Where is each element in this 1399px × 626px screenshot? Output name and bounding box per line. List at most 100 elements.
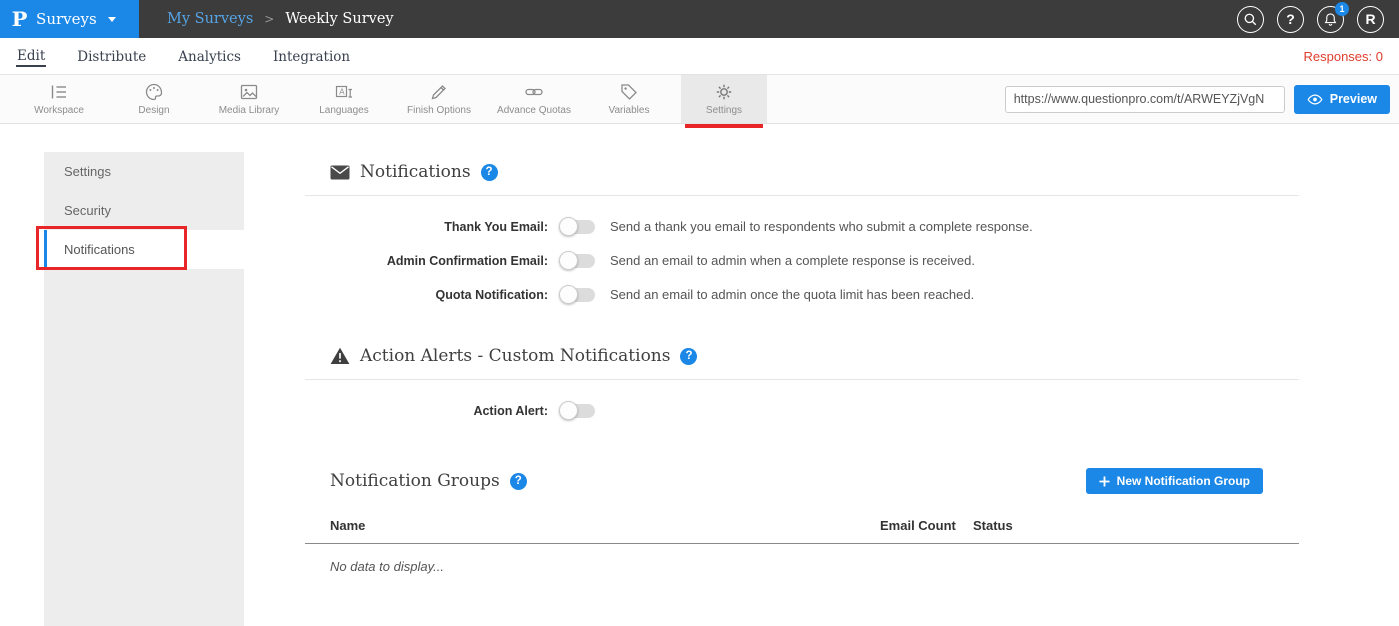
search-icon: [1243, 12, 1258, 27]
sidebar-item-security[interactable]: Security: [44, 191, 244, 230]
quota-notification-toggle[interactable]: [561, 288, 595, 302]
toggle-label: Action Alert:: [305, 404, 548, 418]
thank-you-email-toggle[interactable]: [561, 220, 595, 234]
toggle-description: Send an email to admin when a complete r…: [610, 253, 975, 268]
preview-button-label: Preview: [1330, 92, 1377, 106]
toolbar-item-label: Variables: [609, 105, 650, 116]
workspace-icon: [49, 82, 69, 102]
empty-table-message: No data to display...: [330, 559, 1299, 574]
table-header-email-count: Email Count: [880, 518, 973, 533]
advance-quotas-chain-icon: [524, 82, 544, 102]
media-library-icon: [239, 82, 259, 102]
warning-triangle-icon: [330, 347, 350, 365]
tab-analytics[interactable]: Analytics: [177, 47, 242, 66]
thank-you-email-row: Thank You Email: Send a thank you email …: [305, 217, 1299, 236]
plus-icon: [1099, 476, 1110, 487]
settings-content: Settings Security Notifications Notifica…: [0, 124, 1399, 626]
sidebar-item-notifications[interactable]: Notifications: [44, 230, 244, 269]
toggle-label: Admin Confirmation Email:: [305, 254, 548, 268]
toolbar-item-workspace[interactable]: Workspace: [16, 75, 102, 123]
survey-url-input[interactable]: [1005, 86, 1285, 113]
breadcrumb: My Surveys > Weekly Survey: [167, 11, 394, 27]
top-bar: P Surveys My Surveys > Weekly Survey ? 1…: [0, 0, 1399, 38]
divider: [305, 379, 1299, 380]
main-nav-tabs: Edit Distribute Analytics Integration Re…: [0, 38, 1399, 75]
tab-integration[interactable]: Integration: [272, 47, 351, 66]
toolbar-item-languages[interactable]: A Languages: [301, 75, 387, 123]
help-button[interactable]: ?: [1277, 6, 1304, 33]
product-switcher-label: Surveys: [36, 10, 97, 28]
help-icon[interactable]: [481, 164, 498, 181]
eye-icon: [1307, 93, 1323, 106]
toolbar-item-label: Settings: [706, 105, 742, 116]
tab-edit[interactable]: Edit: [16, 46, 46, 67]
bell-icon: [1323, 12, 1338, 27]
notification-badge: 1: [1335, 2, 1349, 16]
toggle-knob: [559, 217, 578, 236]
toolbar-item-label: Design: [138, 105, 169, 116]
admin-confirmation-email-row: Admin Confirmation Email: Send an email …: [305, 251, 1299, 270]
notifications-section: Notifications Thank You Email: Send a th…: [305, 162, 1299, 304]
new-notification-group-label: New Notification Group: [1117, 474, 1250, 488]
variables-tag-icon: [619, 82, 639, 102]
action-alerts-section: Action Alerts - Custom Notifications Act…: [305, 346, 1299, 420]
admin-confirmation-email-toggle[interactable]: [561, 254, 595, 268]
new-notification-group-button[interactable]: New Notification Group: [1086, 468, 1263, 494]
breadcrumb-my-surveys[interactable]: My Surveys: [167, 11, 253, 27]
divider: [305, 195, 1299, 196]
chevron-down-icon: [108, 17, 116, 22]
toggle-knob: [559, 251, 578, 270]
notification-groups-table: Name Email Count Status No data to displ…: [305, 518, 1299, 574]
action-alert-toggle[interactable]: [561, 404, 595, 418]
breadcrumb-current-survey: Weekly Survey: [285, 11, 393, 27]
table-header-name: Name: [330, 518, 880, 533]
toolbar-item-settings[interactable]: Settings: [681, 75, 767, 123]
toolbar-item-finish-options[interactable]: Finish Options: [396, 75, 482, 123]
toggle-description: Send an email to admin once the quota li…: [610, 287, 974, 302]
table-header-status: Status: [973, 518, 1299, 533]
tab-distribute[interactable]: Distribute: [76, 47, 147, 66]
app-logo-area[interactable]: P Surveys: [0, 0, 139, 38]
svg-text:A: A: [339, 87, 345, 96]
toggle-description: Send a thank you email to respondents wh…: [610, 219, 1033, 234]
settings-gear-icon: [714, 82, 734, 102]
notification-groups-section: Notification Groups New Notification Gro…: [305, 468, 1299, 574]
table-header-row: Name Email Count Status: [305, 518, 1299, 544]
toolbar-item-label: Workspace: [34, 105, 84, 116]
quota-notification-row: Quota Notification: Send an email to adm…: [305, 285, 1299, 304]
finish-options-pencil-icon: [429, 82, 449, 102]
envelope-icon: [330, 165, 350, 180]
toggle-knob: [559, 401, 578, 420]
section-title: Action Alerts - Custom Notifications: [360, 346, 670, 366]
avatar[interactable]: R: [1357, 6, 1384, 33]
toolbar-item-design[interactable]: Design: [111, 75, 197, 123]
responses-count[interactable]: Responses: 0: [1304, 49, 1384, 64]
sidebar-item-settings[interactable]: Settings: [44, 152, 244, 191]
notifications-button[interactable]: 1: [1317, 6, 1344, 33]
toggle-knob: [559, 285, 578, 304]
settings-sidebar: Settings Security Notifications: [44, 152, 244, 626]
toolbar-item-media-library[interactable]: Media Library: [206, 75, 292, 123]
breadcrumb-separator: >: [264, 12, 274, 26]
toolbar-item-label: Languages: [319, 105, 369, 116]
toggle-label: Quota Notification:: [305, 288, 548, 302]
toolbar-item-label: Media Library: [219, 105, 280, 116]
toolbar-item-label: Finish Options: [407, 105, 471, 116]
toggle-label: Thank You Email:: [305, 220, 548, 234]
design-palette-icon: [144, 82, 164, 102]
toolbar-item-label: Advance Quotas: [497, 105, 571, 116]
languages-icon: A: [334, 82, 354, 102]
section-title: Notifications: [360, 162, 471, 182]
survey-toolbar: Workspace Design Media Library A Languag…: [0, 75, 1399, 124]
notifications-panel: Notifications Thank You Email: Send a th…: [244, 124, 1399, 574]
help-icon[interactable]: [510, 473, 527, 490]
topbar-actions: ? 1 R: [1237, 6, 1399, 33]
toolbar-item-advance-quotas[interactable]: Advance Quotas: [491, 75, 577, 123]
help-icon[interactable]: [680, 348, 697, 365]
section-title: Notification Groups: [330, 471, 500, 491]
preview-button[interactable]: Preview: [1294, 85, 1390, 114]
toolbar-item-variables[interactable]: Variables: [586, 75, 672, 123]
questionpro-logo: P: [12, 7, 28, 31]
action-alert-row: Action Alert:: [305, 401, 1299, 420]
search-button[interactable]: [1237, 6, 1264, 33]
